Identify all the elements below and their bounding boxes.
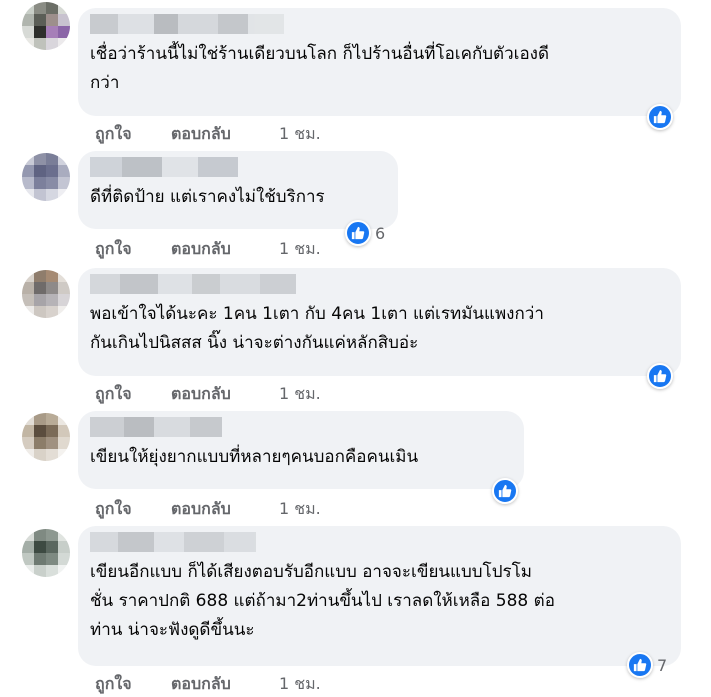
timestamp[interactable]: 1 ชม. bbox=[279, 382, 321, 407]
comment-text: เขียนให้ยุ่งยากแบบที่หลายๆคนบอกคือคนเมิน bbox=[90, 447, 419, 467]
reply-button[interactable]: ตอบกลับ bbox=[171, 382, 279, 407]
avatar[interactable] bbox=[22, 270, 70, 318]
thumbs-up-icon bbox=[345, 220, 371, 246]
reply-button[interactable]: ตอบกลับ bbox=[171, 122, 279, 147]
comment-bubble: เขียนให้ยุ่งยากแบบที่หลายๆคนบอกคือคนเมิน bbox=[78, 411, 524, 489]
reaction-summary[interactable] bbox=[492, 478, 518, 504]
reaction-count: 6 bbox=[375, 223, 386, 243]
comment-actions: ถูกใจ ตอบกลับ 1 ชม. bbox=[95, 672, 321, 697]
thumbs-up-icon bbox=[627, 652, 653, 678]
comment-bubble: ดีที่ติดป้าย แต่เราคงไม่ใช้บริการ bbox=[78, 151, 398, 229]
blurred-author-name[interactable] bbox=[90, 274, 669, 294]
comment-bubble: พอเข้าใจได้นะคะ 1คน 1เตา กับ 4คน 1เตา แต… bbox=[78, 268, 681, 376]
comment-actions: ถูกใจ ตอบกลับ 1 ชม. bbox=[95, 382, 321, 407]
thumbs-up-icon bbox=[492, 478, 518, 504]
like-button[interactable]: ถูกใจ bbox=[95, 237, 171, 262]
comment-text: พอเข้าใจได้นะคะ 1คน 1เตา กับ 4คน 1เตา แต… bbox=[90, 304, 544, 353]
thumbs-up-icon bbox=[647, 363, 673, 389]
timestamp[interactable]: 1 ชม. bbox=[279, 122, 321, 147]
avatar[interactable] bbox=[22, 153, 70, 201]
comment-text: เขียนอีกแบบ ก็ได้เสียงตอบรับอีกแบบ อาจจะ… bbox=[90, 562, 555, 640]
reaction-summary[interactable] bbox=[647, 104, 673, 130]
reply-button[interactable]: ตอบกลับ bbox=[171, 672, 279, 697]
blurred-author-name[interactable] bbox=[90, 417, 512, 437]
avatar[interactable] bbox=[22, 529, 70, 577]
comment-text: ดีที่ติดป้าย แต่เราคงไม่ใช้บริการ bbox=[90, 187, 325, 207]
comment-actions: ถูกใจ ตอบกลับ 1 ชม. bbox=[95, 497, 321, 522]
like-button[interactable]: ถูกใจ bbox=[95, 382, 171, 407]
reply-button[interactable]: ตอบกลับ bbox=[171, 237, 279, 262]
like-button[interactable]: ถูกใจ bbox=[95, 497, 171, 522]
blurred-author-name[interactable] bbox=[90, 157, 386, 177]
like-button[interactable]: ถูกใจ bbox=[95, 122, 171, 147]
blurred-author-name[interactable] bbox=[90, 532, 669, 552]
comment-bubble: เขียนอีกแบบ ก็ได้เสียงตอบรับอีกแบบ อาจจะ… bbox=[78, 526, 681, 666]
comment-actions: ถูกใจ ตอบกลับ 1 ชม. bbox=[95, 237, 321, 262]
like-button[interactable]: ถูกใจ bbox=[95, 672, 171, 697]
reaction-summary[interactable]: 7 bbox=[627, 652, 667, 678]
blurred-author-name[interactable] bbox=[90, 14, 669, 34]
reaction-count: 7 bbox=[657, 655, 668, 675]
comment-actions: ถูกใจ ตอบกลับ 1 ชม. bbox=[95, 122, 321, 147]
comment-text: เชื่อว่าร้านนี้ไม่ใช่ร้านเดียวบนโลก ก็ไป… bbox=[90, 44, 549, 93]
thumbs-up-icon bbox=[647, 104, 673, 130]
timestamp[interactable]: 1 ชม. bbox=[279, 497, 321, 522]
timestamp[interactable]: 1 ชม. bbox=[279, 237, 321, 262]
reaction-summary[interactable] bbox=[647, 363, 673, 389]
comment-bubble: เชื่อว่าร้านนี้ไม่ใช่ร้านเดียวบนโลก ก็ไป… bbox=[78, 8, 681, 116]
timestamp[interactable]: 1 ชม. bbox=[279, 672, 321, 697]
avatar[interactable] bbox=[22, 2, 70, 50]
reaction-summary[interactable]: 6 bbox=[345, 220, 385, 246]
reply-button[interactable]: ตอบกลับ bbox=[171, 497, 279, 522]
avatar[interactable] bbox=[22, 413, 70, 461]
